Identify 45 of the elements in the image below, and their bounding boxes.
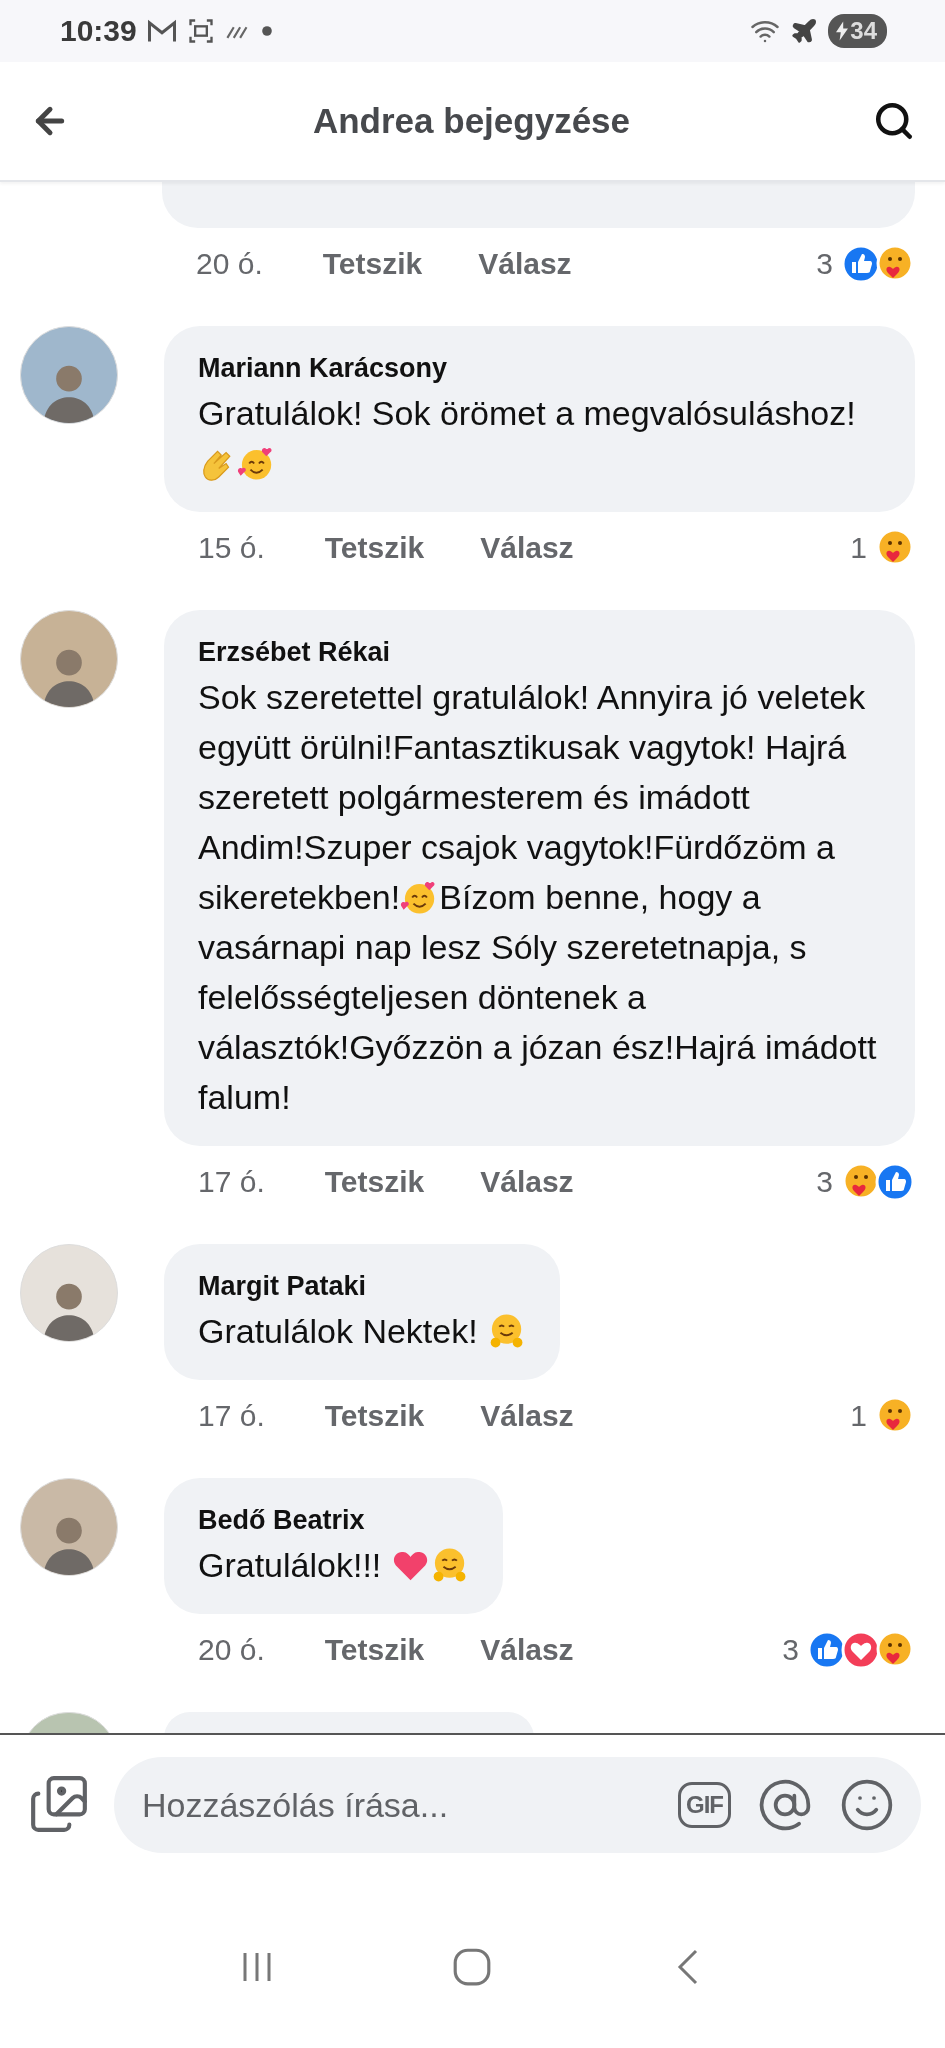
comment-text: sikeretekben!	[198, 878, 401, 916]
comment-time: 17 ó.	[198, 1399, 265, 1433]
comment-text: vasárnapi nap lesz Sóly szeretetnapja, s felelősségteljesen döntenek a választók!Győzzön a józan ész!Hajrá imádott falum!	[198, 928, 877, 1116]
comment-author[interactable]: Erzsébet Rékai	[198, 632, 881, 672]
mention-icon[interactable]	[757, 1777, 813, 1833]
reply-link[interactable]: Válasz	[480, 1399, 574, 1433]
screenshot-icon	[186, 17, 215, 45]
emoji-icon[interactable]	[839, 1777, 895, 1833]
comment-time: 20 ó.	[198, 1633, 265, 1667]
like-link[interactable]: Tetszik	[324, 531, 425, 565]
reply-link[interactable]: Válasz	[480, 1165, 574, 1199]
comment-author[interactable]: Mariann Karácsony	[198, 348, 881, 388]
reply-link[interactable]: Válasz	[478, 247, 572, 281]
like-link[interactable]: Tetszik	[324, 1633, 425, 1667]
like-link[interactable]: Tetszik	[324, 1165, 425, 1199]
page-title: Andrea bejegyzése	[311, 101, 632, 141]
comment-time: 15 ó.	[198, 531, 265, 565]
reaction-count: 3	[782, 1633, 799, 1667]
status-time: 10:39	[60, 14, 137, 48]
airplane-icon	[790, 17, 819, 45]
comment-input[interactable]: Hozzászólás írása... GIF	[114, 1757, 921, 1853]
reaction-count: 1	[850, 531, 867, 565]
comment-text: Gratulálok!!!	[198, 1546, 383, 1584]
reaction-count: 3	[816, 1165, 833, 1199]
comment-time: 20 ó.	[196, 247, 263, 281]
mail-icon	[146, 18, 177, 44]
comment-time: 17 ó.	[198, 1165, 265, 1199]
like-reaction-icon	[875, 1162, 915, 1202]
comment-text: Gratulálok! Sok örömet a megvalósuláshoz!	[198, 394, 856, 432]
reaction-count: 1	[850, 1399, 867, 1433]
comment-author[interactable]: Bedő Beatrix	[198, 1500, 469, 1540]
comment-text: Gratulálok Nektek!	[198, 1312, 479, 1350]
reply-link[interactable]: Válasz	[480, 1633, 574, 1667]
reaction-count: 3	[816, 247, 833, 281]
dot-icon	[260, 25, 273, 37]
battery-level: 34	[850, 17, 877, 45]
search-icon[interactable]	[873, 100, 915, 142]
like-link[interactable]: Tetszik	[324, 1399, 425, 1433]
comment-text: Bízom benne, hogy a	[439, 878, 761, 916]
reply-link[interactable]: Válasz	[480, 531, 574, 565]
charging-icon	[836, 21, 849, 41]
gif-button[interactable]: GIF	[678, 1782, 731, 1828]
like-link[interactable]: Tetszik	[322, 247, 423, 281]
comment-author[interactable]: Margit Pataki	[198, 1266, 527, 1306]
photo-icon[interactable]	[28, 1773, 90, 1835]
